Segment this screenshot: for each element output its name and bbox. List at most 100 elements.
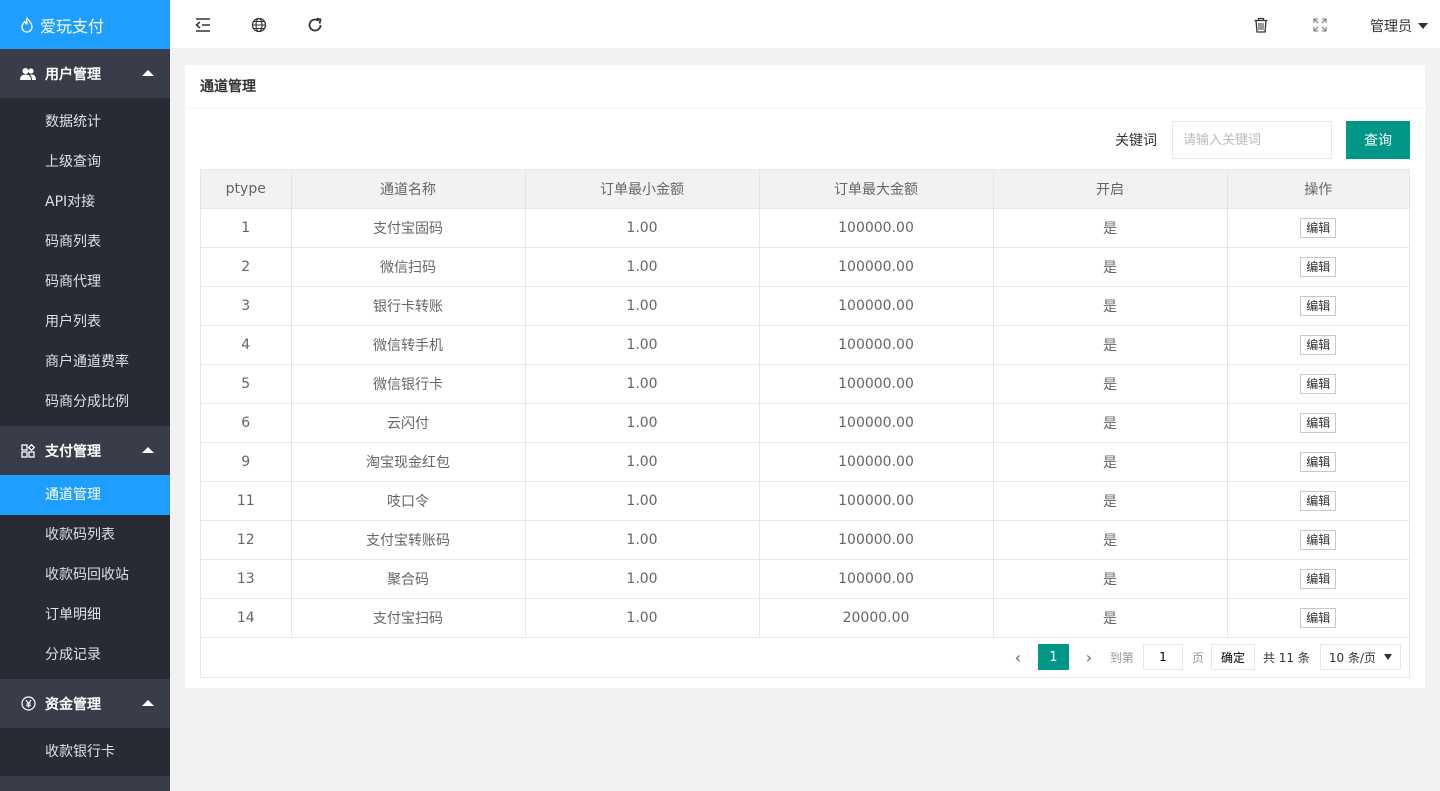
prev-page-icon[interactable]: ‹ bbox=[1008, 648, 1028, 667]
caret-up-icon bbox=[142, 447, 154, 453]
table-cell: 100000.00 bbox=[759, 559, 994, 599]
table-cell: 12 bbox=[201, 520, 292, 560]
fullscreen-icon[interactable] bbox=[1311, 16, 1329, 34]
action-cell: 编辑 bbox=[1227, 208, 1409, 248]
table-cell: 100000.00 bbox=[759, 520, 994, 560]
table-row: 14 支付宝扫码 1.00 20000.00 是 编辑 bbox=[201, 598, 1409, 638]
action-cell: 编辑 bbox=[1227, 286, 1409, 326]
table-cell: 100000.00 bbox=[759, 403, 994, 443]
search-input[interactable] bbox=[1172, 121, 1332, 159]
sidebar-group-body: 通道管理 收款码列表 收款码回收站 订单明细 分成记录 bbox=[0, 475, 170, 679]
table-cell: 支付宝固码 bbox=[291, 208, 526, 248]
search-bar: 关键词 查询 bbox=[1115, 121, 1410, 159]
column-header[interactable]: 订单最小金额 bbox=[525, 170, 760, 209]
edit-button[interactable]: 编辑 bbox=[1300, 373, 1337, 394]
table-cell: 是 bbox=[993, 208, 1228, 248]
table-header-row: ptype 通道名称 订单最小金额 订单最大金额 开启 操作 bbox=[201, 170, 1409, 209]
sidebar-item-qrcode-recycle[interactable]: 收款码回收站 bbox=[0, 555, 170, 595]
sidebar-item-merchant-list[interactable]: 码商列表 bbox=[0, 222, 170, 262]
sidebar-item-channel-rate[interactable]: 商户通道费率 bbox=[0, 342, 170, 382]
caret-up-icon bbox=[142, 700, 154, 706]
sidebar-item-superior-query[interactable]: 上级查询 bbox=[0, 142, 170, 182]
sidebar-item-bank-card[interactable]: 收款银行卡 bbox=[0, 732, 170, 772]
table-cell: 100000.00 bbox=[759, 208, 994, 248]
users-icon bbox=[20, 66, 36, 82]
search-button[interactable]: 查询 bbox=[1346, 121, 1410, 159]
menu-collapse-icon[interactable] bbox=[194, 16, 212, 34]
edit-button[interactable]: 编辑 bbox=[1300, 451, 1337, 472]
table-cell: 微信银行卡 bbox=[291, 364, 526, 404]
action-cell: 编辑 bbox=[1227, 598, 1409, 638]
page-size-select[interactable]: 10 条/页 bbox=[1319, 644, 1401, 670]
table-cell: 14 bbox=[201, 598, 292, 638]
table-cell: 1.00 bbox=[525, 520, 760, 560]
table-body: 1 支付宝固码 1.00 100000.00 是编辑 2 微信扫码 1.00 100000.00… bbox=[201, 208, 1409, 638]
goto-confirm-button[interactable]: 确定 bbox=[1210, 644, 1255, 670]
table-cell: 1 bbox=[201, 208, 292, 248]
table-cell: 是 bbox=[993, 403, 1228, 443]
next-page-icon[interactable]: › bbox=[1079, 648, 1099, 667]
table-cell: 100000.00 bbox=[759, 364, 994, 404]
edit-button[interactable]: 编辑 bbox=[1300, 529, 1337, 550]
sidebar-item-api[interactable]: API对接 bbox=[0, 182, 170, 222]
table-cell: 是 bbox=[993, 442, 1228, 482]
table-cell: 2 bbox=[201, 247, 292, 287]
table-row: 6 云闪付 1.00 100000.00 是 编辑 bbox=[201, 403, 1409, 443]
action-cell: 编辑 bbox=[1227, 247, 1409, 287]
page-unit-label: 页 bbox=[1191, 650, 1204, 665]
goto-page-input[interactable] bbox=[1142, 644, 1183, 670]
column-header[interactable]: 开启 bbox=[993, 170, 1228, 209]
edit-button[interactable]: 编辑 bbox=[1300, 334, 1337, 355]
table-cell: 1.00 bbox=[525, 559, 760, 599]
table-row: 1 支付宝固码 1.00 100000.00 是 编辑 bbox=[201, 208, 1409, 248]
edit-button[interactable]: 编辑 bbox=[1300, 607, 1337, 628]
table-row: 2 微信扫码 1.00 100000.00 是 编辑 bbox=[201, 247, 1409, 287]
page-title: 通道管理 bbox=[185, 65, 1425, 109]
table-cell: 聚合码 bbox=[291, 559, 526, 599]
sidebar-item-share-records[interactable]: 分成记录 bbox=[0, 635, 170, 675]
app-logo[interactable]: 爱玩支付 bbox=[0, 0, 170, 49]
table-row: 13 聚合码 1.00 100000.00 是 编辑 bbox=[201, 559, 1409, 599]
edit-button[interactable]: 编辑 bbox=[1300, 256, 1337, 277]
goto-label: 到第 bbox=[1109, 650, 1134, 665]
sidebar-group-payment-management[interactable]: 支付管理 bbox=[0, 426, 170, 475]
table-cell: 微信扫码 bbox=[291, 247, 526, 287]
sidebar-item-user-list[interactable]: 用户列表 bbox=[0, 302, 170, 342]
column-header[interactable]: 订单最大金额 bbox=[759, 170, 994, 209]
sidebar-item-merchant-agent[interactable]: 码商代理 bbox=[0, 262, 170, 302]
column-header[interactable]: 操作 bbox=[1227, 170, 1409, 209]
table-cell: 银行卡转账 bbox=[291, 286, 526, 326]
edit-button[interactable]: 编辑 bbox=[1300, 217, 1337, 238]
edit-button[interactable]: 编辑 bbox=[1300, 568, 1337, 589]
column-header[interactable]: ptype bbox=[201, 170, 292, 209]
refresh-icon[interactable] bbox=[306, 16, 324, 34]
edit-button[interactable]: 编辑 bbox=[1300, 412, 1337, 433]
globe-icon[interactable] bbox=[250, 16, 268, 34]
sidebar-item-data-stats[interactable]: 数据统计 bbox=[0, 102, 170, 142]
action-cell: 编辑 bbox=[1227, 520, 1409, 560]
sidebar-group-fund-management[interactable]: 资金管理 bbox=[0, 679, 170, 728]
sidebar-group-body: 收款银行卡 bbox=[0, 728, 170, 776]
edit-button[interactable]: 编辑 bbox=[1300, 295, 1337, 316]
table-cell: 是 bbox=[993, 520, 1228, 560]
sidebar-group-label: 资金管理 bbox=[45, 696, 101, 713]
admin-menu[interactable]: 管理员 bbox=[1370, 16, 1428, 36]
table-cell: 3 bbox=[201, 286, 292, 326]
table-cell: 是 bbox=[993, 481, 1228, 521]
sidebar-item-channel-management[interactable]: 通道管理 bbox=[0, 475, 170, 515]
table-cell: 100000.00 bbox=[759, 442, 994, 482]
trash-icon[interactable] bbox=[1252, 16, 1270, 34]
sidebar-item-share-ratio[interactable]: 码商分成比例 bbox=[0, 382, 170, 422]
action-cell: 编辑 bbox=[1227, 364, 1409, 404]
table-cell: 1.00 bbox=[525, 598, 760, 638]
current-page[interactable]: 1 bbox=[1037, 644, 1069, 670]
column-header[interactable]: 通道名称 bbox=[291, 170, 526, 209]
sidebar-group-body: 数据统计 上级查询 API对接 码商列表 码商代理 用户列表 商户通道费率 码商… bbox=[0, 98, 170, 426]
edit-button[interactable]: 编辑 bbox=[1300, 490, 1337, 511]
sidebar-item-qrcode-list[interactable]: 收款码列表 bbox=[0, 515, 170, 555]
table-cell: 吱口令 bbox=[291, 481, 526, 521]
table-cell: 是 bbox=[993, 247, 1228, 287]
caret-up-icon bbox=[142, 70, 154, 76]
sidebar-group-user-management[interactable]: 用户管理 bbox=[0, 49, 170, 98]
sidebar-item-order-details[interactable]: 订单明细 bbox=[0, 595, 170, 635]
